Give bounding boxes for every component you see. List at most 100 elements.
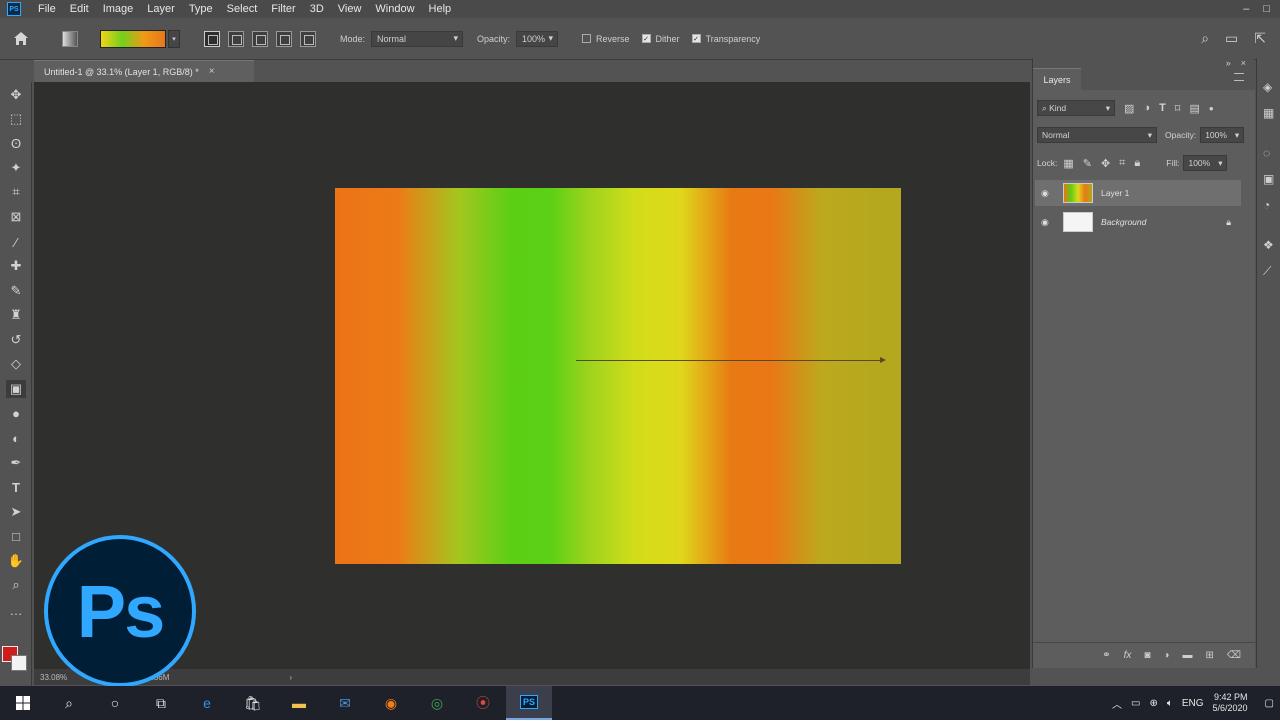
transparency-checkbox-box[interactable]: ✓ [691,34,701,43]
background-color-swatch[interactable] [11,655,27,671]
menu-select[interactable]: Select [220,3,265,15]
layer-row[interactable]: ◉ Layer 1 [1035,180,1241,206]
blur-tool-icon[interactable]: ● [6,404,26,422]
channels-panel-icon[interactable]: ❖ [1263,238,1274,252]
close-panel-icon[interactable]: × [1241,58,1246,68]
mail-icon[interactable]: ✉ [322,686,368,720]
clock[interactable]: 9:42 PM 5/6/2020 [1213,692,1248,714]
menu-view[interactable]: View [331,3,369,15]
document-tab[interactable]: Untitled-1 @ 33.1% (Layer 1, RGB/8) * × [34,60,254,82]
battery-icon[interactable]: ▭ [1131,698,1140,709]
app-icon[interactable]: PS [7,2,21,16]
history-brush-tool-icon[interactable]: ↺ [6,331,26,349]
lock-artboard-icon[interactable]: ⌗ [1119,157,1125,170]
pixel-filter-icon[interactable]: ▨ [1124,102,1134,115]
type-tool-icon[interactable]: T [6,478,26,496]
reverse-checkbox-box[interactable] [582,34,592,43]
network-icon[interactable]: ⊕ [1149,698,1157,709]
frame-tool-icon[interactable]: ⊠ [6,208,26,226]
zoom-tool-icon[interactable]: ⌕ [6,576,26,594]
marquee-tool-icon[interactable]: ⬚ [6,110,26,128]
menu-type[interactable]: Type [182,3,220,15]
eye-icon[interactable]: ◉ [1041,217,1053,228]
status-arrow-icon[interactable]: › [289,673,292,682]
shape-filter-icon[interactable]: ⌑ [1175,102,1181,115]
minimize-button[interactable]: – [1243,3,1249,15]
menu-edit[interactable]: Edit [63,3,96,15]
lock-transparency-icon[interactable]: ▦ [1063,157,1073,170]
lock-position-icon[interactable]: ✥ [1101,157,1110,170]
notifications-icon[interactable]: ▢ [1265,698,1274,709]
filter-toggle-icon[interactable]: ● [1209,104,1214,113]
radial-gradient-icon[interactable] [228,30,244,47]
learn-panel-icon[interactable]: ◌ [1263,146,1270,160]
lasso-tool-icon[interactable]: ʘ [6,134,26,152]
gradient-preview-swatch[interactable] [100,29,166,48]
volume-icon[interactable]: 🔈︎ [1167,698,1173,709]
pen-tool-icon[interactable]: ✒ [6,454,26,472]
color-panel-icon[interactable]: ◈ [1263,80,1272,94]
firefox-icon[interactable]: ◉ [368,686,414,720]
healing-brush-tool-icon[interactable]: ✚ [6,257,26,275]
cortana-icon[interactable]: ○ [92,686,138,720]
store-icon[interactable]: 🛍︎ [230,686,276,720]
collapse-panel-icon[interactable]: » [1226,58,1231,68]
blend-mode-select[interactable]: Normal ▾ [1037,127,1157,143]
path-selection-tool-icon[interactable]: ➤ [6,503,26,521]
fill-field[interactable]: 100% ▾ [1183,155,1228,171]
transparency-checkbox[interactable]: ✓ Transparency [691,34,760,44]
type-filter-icon[interactable]: T [1159,102,1166,114]
maximize-button[interactable]: □ [1263,3,1270,15]
opacity-field[interactable]: 100% ▾ [516,30,559,47]
link-layers-icon[interactable]: ⚭ [1102,650,1110,661]
home-icon[interactable] [10,28,32,50]
angle-gradient-icon[interactable] [252,30,268,47]
lock-pixels-icon[interactable]: ✎ [1083,157,1092,170]
eye-icon[interactable]: ◉ [1041,188,1053,199]
new-group-icon[interactable]: ▬ [1182,650,1192,661]
linear-gradient-icon[interactable] [204,30,220,47]
rectangle-tool-icon[interactable]: □ [6,527,26,545]
magic-wand-tool-icon[interactable]: ✦ [6,159,26,177]
eyedropper-tool-icon[interactable]: ⁄ [6,233,26,251]
menu-3d[interactable]: 3D [303,3,331,15]
layer-style-fx-icon[interactable]: fx [1124,650,1132,661]
adjustment-filter-icon[interactable]: ◑ [1143,102,1150,114]
search-icon[interactable]: ⌕ [46,686,92,720]
zoom-level[interactable]: 33.08% [40,673,67,682]
task-view-icon[interactable]: ⧉ [138,686,184,720]
share-icon[interactable]: ⇱ [1254,30,1266,47]
menu-image[interactable]: Image [96,3,141,15]
new-layer-icon[interactable]: ⊞ [1205,650,1213,661]
libraries-panel-icon[interactable]: ▣ [1263,172,1274,186]
dither-checkbox[interactable]: ✓ Dither [641,34,680,44]
gradient-picker-chevron-icon[interactable]: ▾ [168,29,180,48]
menu-window[interactable]: Window [368,3,421,15]
add-mask-icon[interactable]: ◙ [1144,650,1150,661]
new-adjustment-layer-icon[interactable]: ◑ [1163,650,1169,661]
move-tool-icon[interactable]: ✥ [6,86,26,104]
crop-tool-icon[interactable]: ⌗ [6,183,26,201]
panel-menu-icon[interactable] [1234,73,1244,81]
chevron-up-icon[interactable]: ︿ [1112,696,1122,711]
brush-tool-icon[interactable]: ✎ [6,282,26,300]
edge-browser-icon[interactable]: e [184,686,230,720]
menu-help[interactable]: Help [422,3,459,15]
file-explorer-icon[interactable]: ▬ [276,686,322,720]
gradient-tool-icon[interactable]: ▣ [6,380,26,398]
adjustments-panel-icon[interactable]: ◔ [1263,198,1270,212]
menu-file[interactable]: File [31,3,63,15]
record-icon[interactable]: ⦿ [460,686,506,720]
document-canvas[interactable] [335,188,901,564]
mode-select[interactable]: Normal ▾ [371,30,464,47]
layer-row[interactable]: ◉ Background 🔒︎ [1035,209,1241,235]
close-tab-button[interactable]: × [209,66,215,77]
workspace-icon[interactable]: ▭ [1225,30,1238,47]
layers-tab[interactable]: Layers [1033,68,1081,90]
photoshop-taskbar-icon[interactable]: PS [506,686,552,720]
eraser-tool-icon[interactable]: ◇ [6,355,26,373]
layer-opacity-field[interactable]: 100% ▾ [1200,127,1245,143]
more-tools-icon[interactable]: … [6,601,26,619]
reflected-gradient-icon[interactable] [276,30,292,47]
menu-filter[interactable]: Filter [264,3,302,15]
